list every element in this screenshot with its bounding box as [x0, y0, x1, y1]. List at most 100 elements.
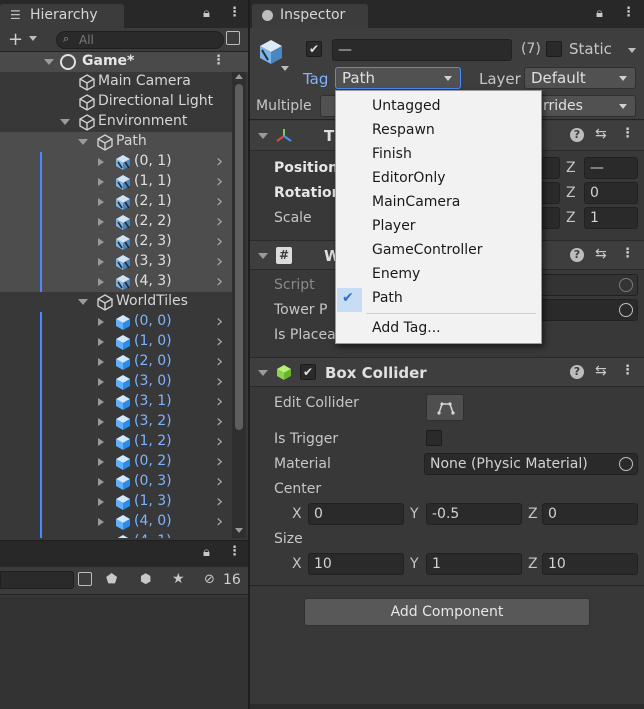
material-field[interactable]: None (Physic Material) [424, 453, 638, 475]
size-z-field[interactable]: 10 [542, 553, 638, 575]
collapsed-arrow-icon[interactable] [98, 518, 104, 526]
hierarchy-tile-row[interactable]: (0, 1) › [0, 151, 232, 172]
collapsed-arrow-icon[interactable] [98, 418, 104, 426]
hierarchy-tile-row[interactable]: (1, 1) › [0, 171, 232, 192]
size-y-field[interactable]: 1 [426, 553, 522, 575]
open-prefab-chevron-icon[interactable]: › [216, 431, 223, 452]
collapsed-arrow-icon[interactable] [98, 358, 104, 366]
hierarchy-tile-row[interactable]: (2, 2) › [0, 211, 232, 232]
hierarchy-tile-row[interactable]: (4, 1) › [0, 531, 232, 538]
open-prefab-chevron-icon[interactable]: › [216, 351, 223, 372]
box-collider-presets-icon[interactable]: ⇆ [595, 363, 607, 379]
script-fold-icon[interactable] [258, 253, 268, 259]
gameobject-icon[interactable] [258, 38, 284, 66]
hierarchy-tile-row[interactable]: (1, 3) › [0, 491, 232, 512]
scale-y-field[interactable] [540, 207, 560, 229]
script-menu-icon[interactable]: ⋮ [621, 246, 634, 261]
box-collider-fold-icon[interactable] [258, 370, 268, 376]
position-z-field[interactable]: — [584, 157, 638, 179]
center-x-field[interactable]: 0 [308, 503, 404, 525]
collapsed-arrow-icon[interactable] [98, 218, 104, 226]
open-prefab-chevron-icon[interactable]: › [216, 331, 223, 352]
collapsed-arrow-icon[interactable] [98, 458, 104, 466]
collapsed-arrow-icon[interactable] [98, 178, 104, 186]
tag-menu-item[interactable]: Path [372, 290, 403, 306]
open-prefab-chevron-icon[interactable]: › [216, 391, 223, 412]
hierarchy-tile-row[interactable]: (0, 0) › [0, 311, 232, 332]
static-dropdown-chevron-icon[interactable] [628, 48, 636, 53]
hierarchy-object-row[interactable]: WorldTiles [0, 292, 232, 312]
tag-menu-item[interactable]: MainCamera [372, 194, 460, 210]
hierarchy-object-row[interactable]: Path [0, 132, 232, 152]
open-prefab-chevron-icon[interactable]: › [216, 211, 223, 232]
collapsed-arrow-icon[interactable] [98, 198, 104, 206]
inspector-lock-icon[interactable]: 🔒︎ [596, 6, 603, 21]
filter-by-type-icon[interactable]: ⬟ [106, 572, 117, 587]
scroll-up-arrow-icon[interactable] [235, 74, 243, 79]
hierarchy-tile-row[interactable]: (4, 3) › [0, 271, 232, 292]
hierarchy-tile-row[interactable]: (2, 1) › [0, 191, 232, 212]
tag-menu-item[interactable]: Enemy [372, 266, 420, 282]
open-prefab-chevron-icon[interactable]: › [216, 151, 223, 172]
hidden-packages-icon[interactable]: ⊘ [204, 572, 215, 587]
icon-dropdown-chevron-icon[interactable] [281, 66, 289, 71]
hierarchy-tile-row[interactable]: (3, 0) › [0, 371, 232, 392]
tag-menu-item[interactable]: Player [372, 218, 416, 234]
hierarchy-scrollbar-thumb[interactable] [235, 84, 243, 430]
favorites-star-icon[interactable]: ★ [172, 571, 185, 587]
open-prefab-chevron-icon[interactable]: › [216, 251, 223, 272]
open-prefab-chevron-icon[interactable]: › [216, 271, 223, 292]
hierarchy-search-input[interactable]: ⌕ All [56, 31, 224, 49]
tower-prefab-field[interactable] [540, 299, 638, 321]
collapsed-arrow-icon[interactable] [98, 398, 104, 406]
collapsed-arrow-icon[interactable] [98, 238, 104, 246]
project-more-menu-icon[interactable]: ⋮ [228, 544, 241, 559]
open-prefab-chevron-icon[interactable]: › [216, 171, 223, 192]
collapsed-arrow-icon[interactable] [98, 158, 104, 166]
script-help-icon[interactable]: ? [570, 248, 584, 262]
hierarchy-tile-row[interactable]: (0, 3) › [0, 471, 232, 492]
box-collider-enabled-checkbox[interactable]: ✔ [300, 364, 316, 380]
project-lock-icon[interactable]: 🔒︎ [203, 545, 210, 560]
center-z-field[interactable]: 0 [542, 503, 638, 525]
box-collider-menu-icon[interactable]: ⋮ [621, 363, 634, 378]
collapsed-arrow-icon[interactable] [98, 478, 104, 486]
tag-menu-item[interactable]: GameController [372, 242, 483, 258]
scale-z-field[interactable]: 1 [584, 207, 638, 229]
inspector-more-menu-icon[interactable]: ⋮ [622, 5, 635, 20]
more-menu-icon[interactable]: ⋮ [228, 5, 241, 20]
tag-dropdown[interactable]: Path [335, 67, 461, 89]
hierarchy-object-row[interactable]: Environment [0, 112, 232, 132]
hierarchy-scrollbar[interactable] [232, 72, 246, 538]
hierarchy-tile-row[interactable]: (3, 2) › [0, 411, 232, 432]
hierarchy-tile-row[interactable]: (4, 0) › [0, 511, 232, 532]
collapsed-arrow-icon[interactable] [98, 438, 104, 446]
box-collider-header[interactable]: ✔ Box Collider ? ⇆ ⋮ [250, 357, 644, 387]
scroll-down-arrow-icon[interactable] [235, 528, 243, 533]
open-prefab-chevron-icon[interactable]: › [216, 411, 223, 432]
open-prefab-chevron-icon[interactable]: › [216, 491, 223, 512]
inspector-tab[interactable]: Inspector [252, 4, 368, 28]
expand-arrow-icon[interactable] [60, 119, 70, 125]
hierarchy-tile-row[interactable]: (0, 2) › [0, 451, 232, 472]
hierarchy-object-row[interactable]: Main Camera [0, 72, 232, 92]
hierarchy-tile-row[interactable]: (2, 0) › [0, 351, 232, 372]
material-picker-icon[interactable] [619, 457, 633, 471]
collapsed-arrow-icon[interactable] [98, 338, 104, 346]
collapsed-arrow-icon[interactable] [98, 498, 104, 506]
search-by-type-icon[interactable] [78, 572, 92, 586]
hierarchy-object-row[interactable]: Directional Light [0, 92, 232, 112]
tag-menu-item[interactable]: EditorOnly [372, 170, 446, 186]
project-search-input[interactable] [0, 571, 74, 589]
transform-help-icon[interactable]: ? [570, 128, 584, 142]
tag-menu-item[interactable]: Respawn [372, 122, 435, 138]
hierarchy-tab[interactable]: ☰ Hierarchy [0, 4, 124, 28]
tower-prefab-picker-icon[interactable] [619, 303, 633, 317]
hierarchy-tile-row[interactable]: (3, 1) › [0, 391, 232, 412]
size-x-field[interactable]: 10 [308, 553, 404, 575]
scene-root-row[interactable]: Game* ⋮ [0, 52, 248, 72]
expand-arrow-icon[interactable] [78, 139, 88, 145]
expand-arrow-icon[interactable] [44, 59, 54, 65]
scene-visibility-icon[interactable] [226, 31, 240, 45]
add-icon[interactable]: + [8, 29, 23, 50]
